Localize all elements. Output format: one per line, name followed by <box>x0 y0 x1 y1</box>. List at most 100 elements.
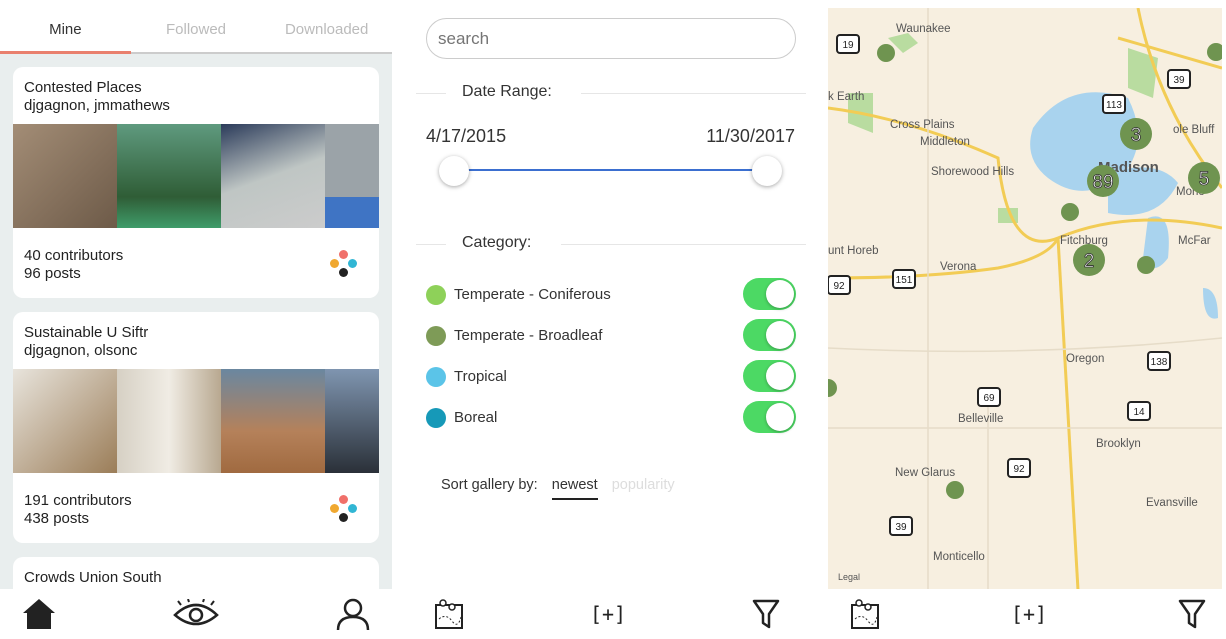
category-toggle[interactable] <box>743 319 796 351</box>
category-row: Tropical <box>426 360 796 392</box>
category-toggle[interactable] <box>743 360 796 392</box>
home-icon[interactable] <box>22 598 56 630</box>
photo-thumbnail <box>221 124 325 228</box>
cluster-count: 5 <box>1199 169 1210 190</box>
photo-thumbnail <box>325 369 379 473</box>
route-shield-icon: 14 <box>1127 401 1151 421</box>
card-title: Sustainable U Siftr <box>24 324 149 341</box>
add-bracket-icon[interactable]: [+] <box>1011 602 1047 626</box>
card-owners: djgagnon, olsonc <box>24 342 138 359</box>
route-number: 39 <box>1173 75 1185 86</box>
map-place-label: New Glarus <box>895 467 955 479</box>
gallery-card[interactable]: Contested Places djgagnon, jmmathews 40 c… <box>13 67 379 298</box>
category-row: Temperate - Coniferous <box>426 278 796 310</box>
posts-count: 96 posts <box>24 265 81 282</box>
photo-thumbnail <box>221 369 325 473</box>
user-icon[interactable] <box>336 597 370 631</box>
route-shield-icon: 39 <box>1167 69 1191 89</box>
gallery-tabs: Mine Followed Downloaded <box>0 0 392 54</box>
route-number: 69 <box>983 393 995 404</box>
route-number: 19 <box>842 40 854 51</box>
category-label: Temperate - Broadleaf <box>454 327 603 344</box>
date-range-section: Date Range: <box>416 83 806 103</box>
map-place-label: k Earth <box>828 91 864 103</box>
bottom-toolbar: [+] <box>400 589 812 639</box>
route-shield-icon: 19 <box>836 34 860 54</box>
end-date-slider-handle[interactable] <box>752 156 782 186</box>
contributors-count: 191 contributors <box>24 492 132 509</box>
map-view[interactable]: Waunakee k Earth Cross Plains Middleton ole … <box>828 8 1222 590</box>
card-photos <box>13 124 379 228</box>
toggle-knob <box>766 403 794 431</box>
category-label: Boreal <box>454 409 498 426</box>
category-label: Tropical <box>454 368 507 385</box>
gallery-panel: Mine Followed Downloaded Contested Place… <box>0 0 392 639</box>
map-pins-icon[interactable] <box>850 599 880 629</box>
siftr-logo-icon <box>329 250 359 280</box>
photo-thumbnail <box>13 124 117 228</box>
category-toggle[interactable] <box>743 401 796 433</box>
start-date-slider-handle[interactable] <box>439 156 469 186</box>
card-photos <box>13 369 379 473</box>
date-range-label: Date Range: <box>462 83 552 101</box>
date-range-track <box>454 169 767 171</box>
map-place-label: ole Bluff <box>1173 124 1215 136</box>
map-cluster[interactable]: 3 <box>1120 118 1152 150</box>
filter-panel: Date Range: 4/17/2015 11/30/2017 Categor… <box>400 0 812 639</box>
map-marker[interactable] <box>1137 256 1155 274</box>
route-number: 138 <box>1151 357 1168 368</box>
map-marker[interactable] <box>877 44 895 62</box>
sort-label: Sort gallery by: <box>441 477 538 493</box>
search-input[interactable] <box>426 18 796 59</box>
route-shield-icon: 92 <box>1007 458 1031 478</box>
map-place-label: Monticello <box>933 551 985 563</box>
legal-link[interactable]: Legal <box>838 572 860 582</box>
gallery-card[interactable]: Sustainable U Siftr djgagnon, olsonc 191 … <box>13 312 379 543</box>
map-place-label: Cross Plains <box>890 119 955 131</box>
tab-followed[interactable]: Followed <box>131 0 262 52</box>
tab-mine[interactable]: Mine <box>0 0 131 54</box>
category-color-dot <box>426 367 446 387</box>
photo-thumbnail <box>117 369 221 473</box>
gallery-card[interactable]: Crowds Union South <box>13 557 379 590</box>
map-cluster[interactable]: 5 <box>1188 162 1220 194</box>
map-pins-icon[interactable] <box>434 599 464 629</box>
map-place-label: Brooklyn <box>1096 438 1141 450</box>
add-bracket-icon[interactable]: [+] <box>590 602 626 626</box>
toggle-knob <box>766 321 794 349</box>
route-number: 39 <box>895 522 907 533</box>
category-row: Boreal <box>426 401 796 433</box>
map-place-label: Shorewood Hills <box>931 166 1014 178</box>
card-owners: djgagnon, jmmathews <box>24 97 170 114</box>
sort-control: Sort gallery by: newest popularity <box>441 477 675 500</box>
map-marker[interactable] <box>1061 203 1079 221</box>
route-number: 14 <box>1133 407 1145 418</box>
photo-thumbnail <box>13 369 117 473</box>
cluster-count: 2 <box>1084 251 1095 272</box>
cluster-count: 3 <box>1131 125 1142 146</box>
category-toggle[interactable] <box>743 278 796 310</box>
card-title: Contested Places <box>24 79 142 96</box>
route-number: 151 <box>896 275 913 286</box>
route-shield-icon: 138 <box>1147 351 1171 371</box>
tab-downloaded[interactable]: Downloaded <box>261 0 392 52</box>
map-panel: Waunakee k Earth Cross Plains Middleton ole … <box>828 0 1226 639</box>
map-marker[interactable] <box>946 481 964 499</box>
route-shield-icon: 69 <box>977 387 1001 407</box>
map-cluster[interactable]: 89 <box>1087 165 1119 197</box>
eye-icon[interactable] <box>173 599 219 629</box>
contributors-count: 40 contributors <box>24 247 124 264</box>
sort-popularity[interactable]: popularity <box>612 477 675 493</box>
filter-icon[interactable] <box>1178 599 1206 629</box>
map-place-label: Oregon <box>1066 353 1104 365</box>
start-date: 4/17/2015 <box>426 126 507 146</box>
sort-newest[interactable]: newest <box>551 477 598 500</box>
route-shield-icon: 39 <box>889 516 913 536</box>
route-shield-icon: 113 <box>1102 94 1126 114</box>
map-place-label: Evansville <box>1146 497 1198 509</box>
map-place-label: Waunakee <box>896 23 951 35</box>
map-place-label: Middleton <box>920 136 970 148</box>
filter-icon[interactable] <box>752 599 780 629</box>
map-cluster[interactable]: 2 <box>1073 244 1105 276</box>
card-title: Crowds Union South <box>24 569 162 586</box>
